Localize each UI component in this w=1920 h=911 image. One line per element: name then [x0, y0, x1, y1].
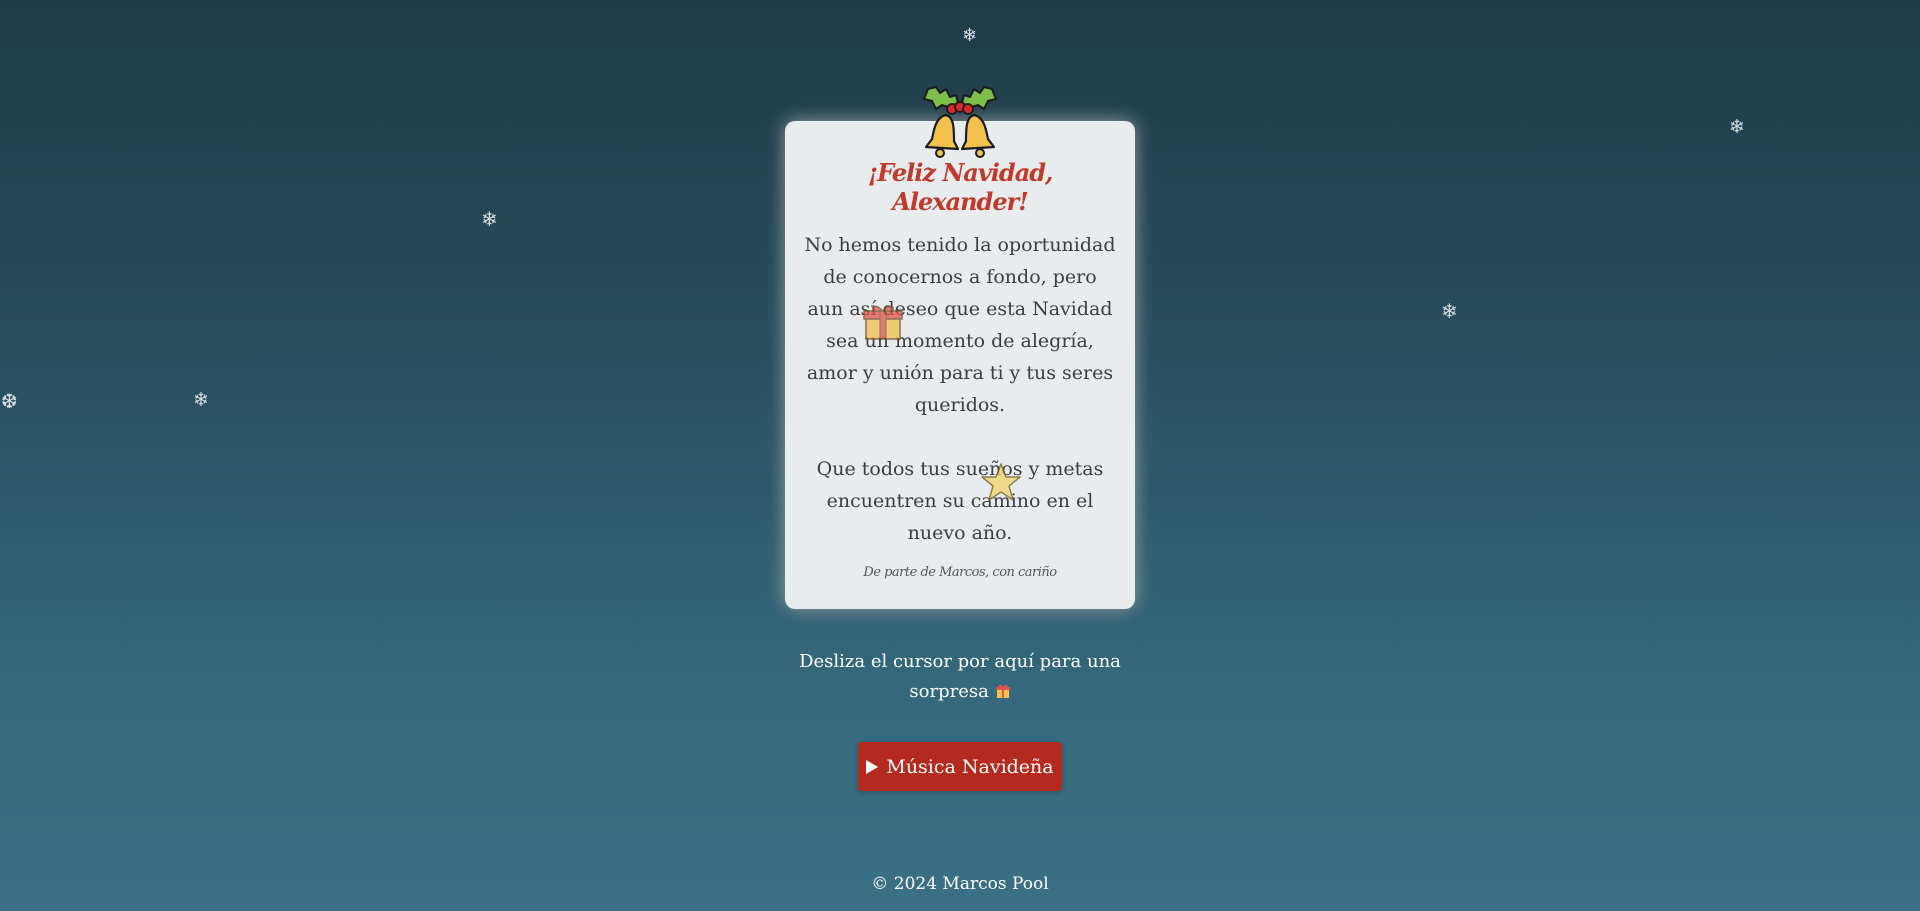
card-message-paragraph: No hemos tenido la oportunidad de conoce… — [804, 233, 1116, 416]
card-message: No hemos tenido la oportunidad de conoce… — [803, 229, 1117, 549]
gift-icon — [863, 305, 903, 340]
gift-icon — [995, 684, 1010, 698]
snowflake-icon: ❄ — [962, 25, 978, 46]
bells-icon — [923, 86, 997, 158]
christmas-music-button[interactable]: Música Navideña — [858, 742, 1062, 791]
card-message-paragraph: Que todos tus sueños y metas encuentren … — [816, 457, 1104, 544]
greeting-card[interactable]: ¡Feliz Navidad, Alexander! No hemos teni… — [785, 121, 1135, 609]
card-title: ¡Feliz Navidad, Alexander! — [867, 158, 1054, 216]
surprise-hint[interactable]: Desliza el cursor por aquí para una sorp… — [790, 647, 1130, 707]
snowflake-icon: ❄ — [193, 389, 209, 411]
play-icon — [866, 759, 879, 774]
footer-copyright: © 2024 Marcos Pool — [871, 874, 1049, 894]
surprise-hint-text: Desliza el cursor por aquí para una sorp… — [799, 651, 1121, 702]
snowflake-icon: ❄ — [1441, 299, 1458, 323]
snowflake-icon: ❄ — [1729, 116, 1745, 138]
snowflake-icon: ❆ — [1, 389, 18, 413]
christmas-music-button-label: Música Navideña — [886, 755, 1054, 778]
star-icon — [981, 463, 1021, 501]
snowflake-icon: ❄ — [481, 207, 498, 231]
card-signature: De parte de Marcos, con cariño — [863, 564, 1057, 580]
